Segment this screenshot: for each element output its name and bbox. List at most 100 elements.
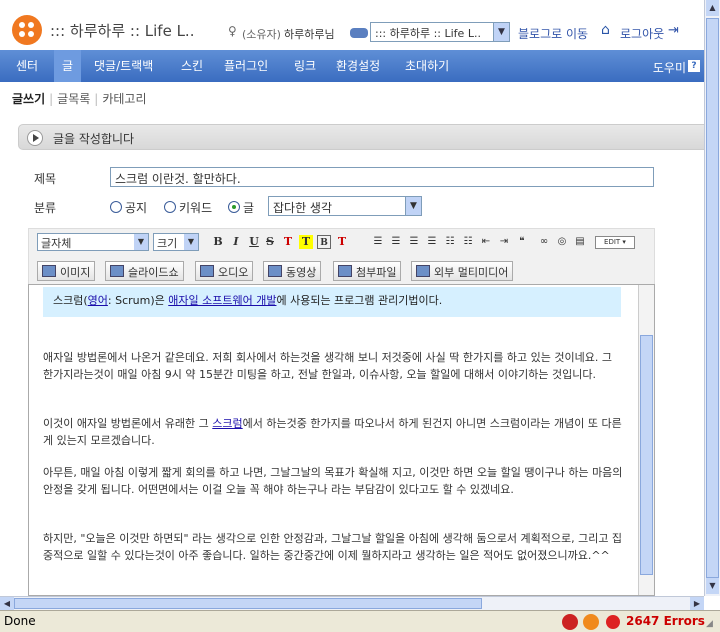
chevron-down-icon[interactable]: ▼ xyxy=(493,23,509,41)
nav-item-plugin[interactable]: 플러그인 xyxy=(224,50,268,82)
firefox-icon[interactable] xyxy=(583,614,599,630)
help-icon[interactable]: ? xyxy=(688,60,700,72)
font-face-value: 글자체 xyxy=(41,237,72,250)
scrum-link[interactable]: 스크럼 xyxy=(212,417,242,430)
logout-link[interactable]: 로그아웃 xyxy=(620,25,664,42)
logout-icon[interactable]: ⇥ xyxy=(668,23,679,38)
image-button-label: 이미지 xyxy=(60,266,91,279)
blog-select-value: ::: 하루하루 :: Life L.. xyxy=(375,27,481,40)
logo-icon[interactable] xyxy=(12,15,42,45)
window-horizontal-scrollbar[interactable]: ◀ ▶ xyxy=(0,596,704,610)
italic-icon[interactable]: I xyxy=(229,235,243,249)
slideshow-button[interactable]: 슬라이드쇼 xyxy=(105,261,184,281)
quote-block: 스크럼(영어: Scrum)은 애자일 소프트웨어 개발에 사용되는 프로그램 … xyxy=(43,287,621,317)
edit-mode-button[interactable]: EDIT ▾ xyxy=(595,236,635,249)
quote-icon[interactable]: ❝ xyxy=(515,235,529,249)
nav-item-post[interactable]: 글 xyxy=(54,50,82,82)
underline-icon[interactable]: U xyxy=(247,235,261,249)
subnav-divider: | xyxy=(49,92,54,106)
home-icon[interactable]: ⌂ xyxy=(601,22,610,38)
align-justify-icon[interactable]: ☰ xyxy=(425,235,439,249)
scroll-down-icon[interactable]: ▼ xyxy=(706,578,719,594)
video-button[interactable]: 동영상 xyxy=(263,261,322,281)
helper-link[interactable]: 도우미 xyxy=(653,59,686,76)
audio-icon xyxy=(200,265,214,277)
scroll-up-icon[interactable]: ▲ xyxy=(706,0,719,16)
subnav-list[interactable]: 글목록 xyxy=(57,92,90,106)
highlight-icon[interactable]: T xyxy=(299,235,313,249)
main-nav: 센터 글 댓글/트랙백 스킨 플러그인 링크 환경설정 초대하기 도우미 ? xyxy=(0,50,704,82)
audio-button[interactable]: 오디오 xyxy=(195,261,254,281)
align-left-icon[interactable]: ☰ xyxy=(371,235,385,249)
subnav-category[interactable]: 카테고리 xyxy=(102,92,146,106)
site-title[interactable]: ::: 하루하루 :: Life L.. xyxy=(50,20,194,41)
remove-format-icon[interactable]: T xyxy=(335,235,349,249)
external-media-button[interactable]: 외부 멀티미디어 xyxy=(411,261,514,281)
font-face-select[interactable]: 글자체 ▼ xyxy=(37,233,149,251)
nav-item-center[interactable]: 센터 xyxy=(16,50,38,82)
title-input[interactable]: 스크럼 이란것. 할만하다. xyxy=(110,167,654,187)
chevron-down-icon[interactable]: ▼ xyxy=(184,234,198,250)
attachment-button-label: 첨부파일 xyxy=(356,266,397,279)
radio-keyword[interactable] xyxy=(164,201,176,213)
editor-toolbar: 글자체 ▼ 크기 ▼ B I U S T T B T ☰ ☰ ☰ ☰ ☷ ☷ ⇤… xyxy=(28,228,655,284)
align-center-icon[interactable]: ☰ xyxy=(389,235,403,249)
bullet-list-icon[interactable]: ☷ xyxy=(443,235,457,249)
error-icon[interactable] xyxy=(606,615,620,629)
blog-select[interactable]: ::: 하루하루 :: Life L.. ▼ xyxy=(370,22,510,42)
bold-icon[interactable]: B xyxy=(211,235,225,249)
error-count[interactable]: 2647 Errors xyxy=(626,614,705,628)
box-icon[interactable]: B xyxy=(317,235,331,249)
paragraph-2-pre: 이것이 애자일 방법론에서 유래한 그 xyxy=(43,417,213,430)
subnav-write[interactable]: 글쓰기 xyxy=(12,92,45,106)
editor-content[interactable]: 스크럼(영어: Scrum)은 애자일 소프트웨어 개발에 사용되는 프로그램 … xyxy=(28,284,655,596)
strikethrough-icon[interactable]: S xyxy=(263,235,277,249)
radio-post[interactable] xyxy=(228,201,240,213)
font-size-select[interactable]: 크기 ▼ xyxy=(153,233,199,251)
nav-item-settings[interactable]: 환경설정 xyxy=(336,50,380,82)
nav-item-skin[interactable]: 스킨 xyxy=(181,50,203,82)
scroll-right-icon[interactable]: ▶ xyxy=(690,597,704,610)
paragraph-2: 이것이 애자일 방법론에서 유래한 그 스크럼에서 하는것중 한가지를 따오나서… xyxy=(43,415,625,449)
go-blog-link[interactable]: 블로그로 이동 xyxy=(518,25,588,42)
image-icon xyxy=(42,265,56,277)
video-icon xyxy=(268,265,282,277)
category-select[interactable]: 잡다한 생각 ▼ xyxy=(268,196,422,216)
unlink-icon[interactable]: ◎ xyxy=(555,235,569,249)
more-icon[interactable]: ▤ xyxy=(573,235,587,249)
nav-item-invite[interactable]: 초대하기 xyxy=(405,50,449,82)
security-icon[interactable] xyxy=(562,614,578,630)
radio-public-label: 공지 xyxy=(125,201,148,215)
audio-button-label: 오디오 xyxy=(218,266,249,279)
play-icon[interactable] xyxy=(27,130,43,146)
panel-header[interactable]: 글을 작성합니다 xyxy=(18,124,704,150)
radio-keyword-label: 키워드 xyxy=(179,201,213,215)
title-label: 제목 xyxy=(34,172,57,186)
category-label: 분류 xyxy=(34,201,57,215)
align-right-icon[interactable]: ☰ xyxy=(407,235,421,249)
attachment-button[interactable]: 첨부파일 xyxy=(333,261,402,281)
editor-scrollbar[interactable] xyxy=(638,285,654,595)
editor-scroll-thumb[interactable] xyxy=(640,335,653,575)
status-text: Done xyxy=(4,614,36,628)
slideshow-button-label: 슬라이드쇼 xyxy=(128,266,179,279)
text-color-icon[interactable]: T xyxy=(281,235,295,249)
radio-public[interactable] xyxy=(110,201,122,213)
chevron-down-icon[interactable]: ▼ xyxy=(134,234,148,250)
quote-text-post: 에 사용되는 프로그램 관리기법이다. xyxy=(276,294,443,307)
indent-icon[interactable]: ⇥ xyxy=(497,235,511,249)
horizontal-scroll-thumb[interactable] xyxy=(14,598,482,609)
scroll-left-icon[interactable]: ◀ xyxy=(0,597,14,610)
window-vertical-scrollbar[interactable]: ▲ ▼ xyxy=(704,0,720,596)
nav-item-link[interactable]: 링크 xyxy=(294,50,316,82)
outdent-icon[interactable]: ⇤ xyxy=(479,235,493,249)
chevron-down-icon[interactable]: ▼ xyxy=(405,197,421,215)
numbered-list-icon[interactable]: ☷ xyxy=(461,235,475,249)
english-link[interactable]: 영어 xyxy=(88,294,108,307)
resize-grip-icon[interactable]: ◢ xyxy=(706,619,718,631)
link-icon[interactable]: ∞ xyxy=(537,235,551,249)
image-button[interactable]: 이미지 xyxy=(37,261,96,281)
nav-item-comments[interactable]: 댓글/트랙백 xyxy=(94,50,153,82)
agile-link[interactable]: 애자일 소프트웨어 개발 xyxy=(168,294,276,307)
window-scroll-thumb[interactable] xyxy=(706,18,719,578)
